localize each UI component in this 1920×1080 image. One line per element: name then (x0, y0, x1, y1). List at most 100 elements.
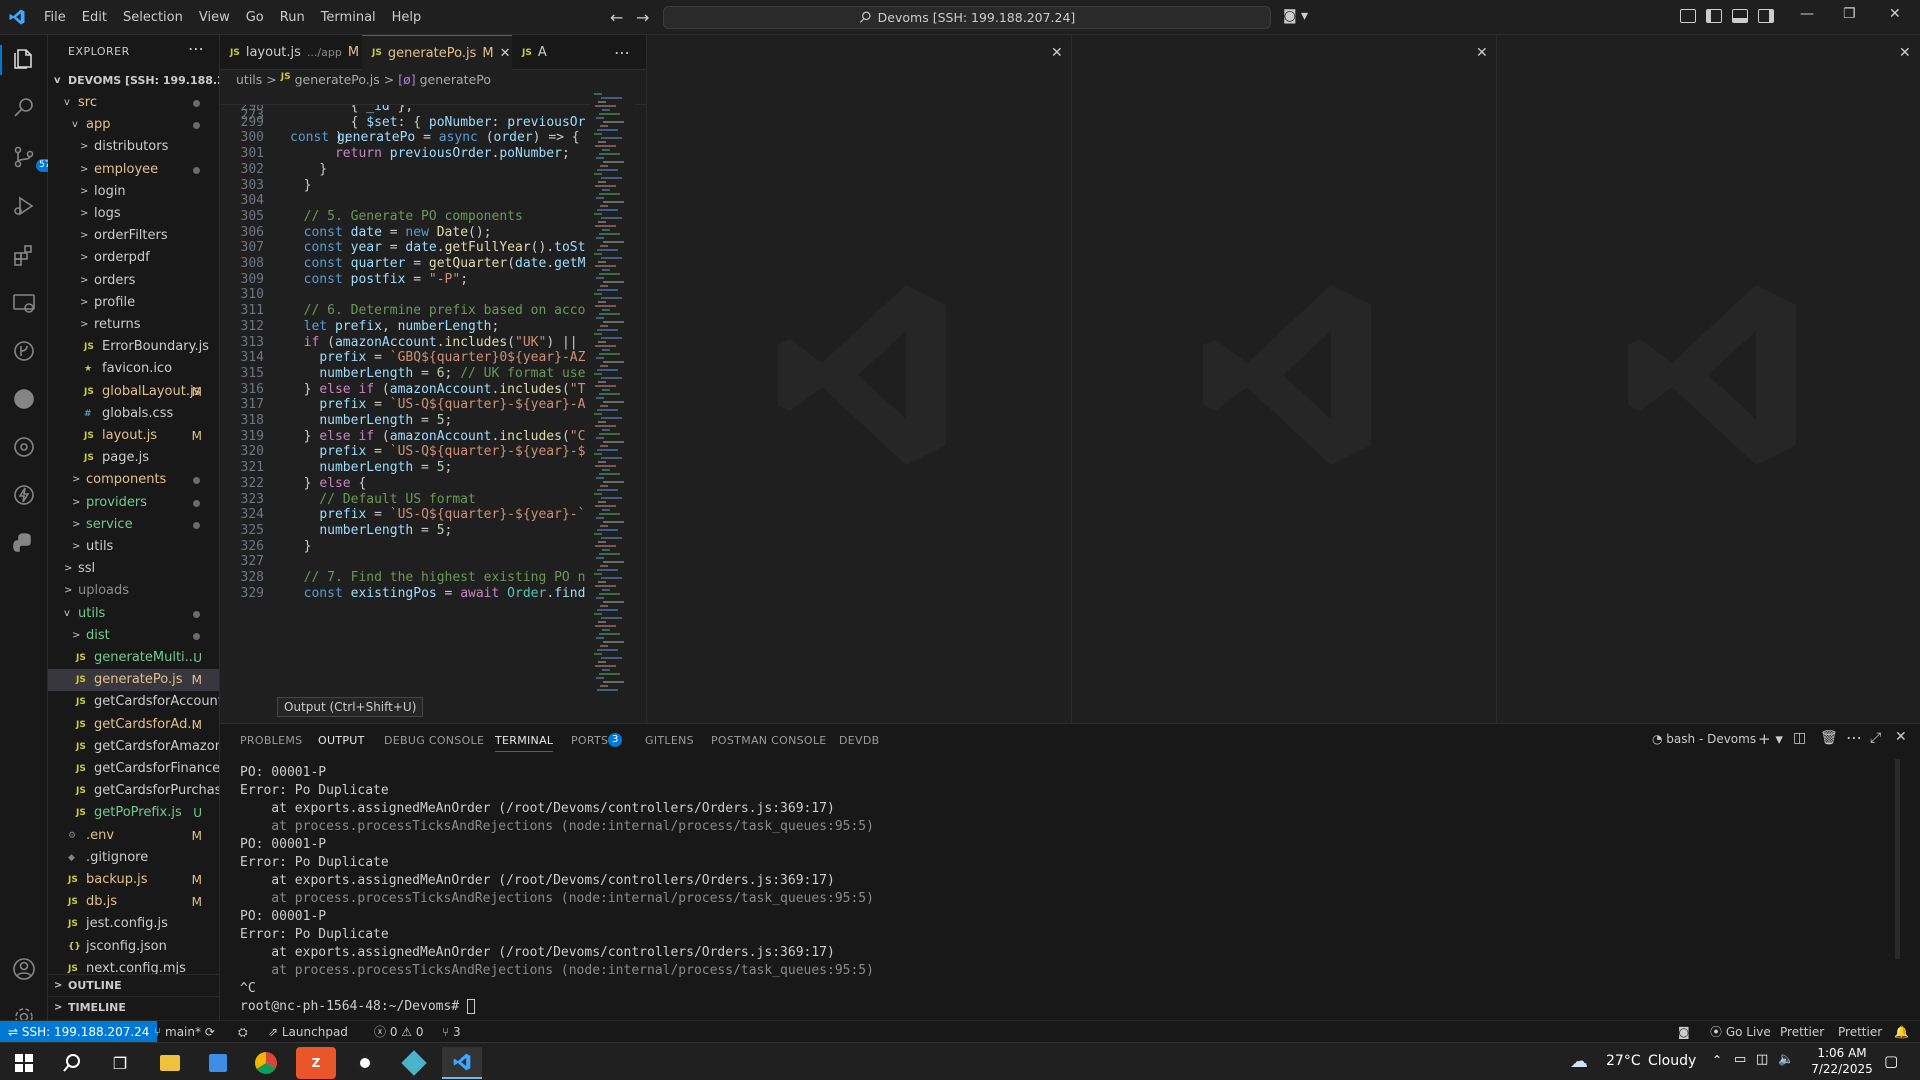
tree-item[interactable]: JS getCardsforAmazon.js (48, 736, 219, 758)
minimize-icon[interactable]: — (1800, 6, 1814, 22)
tree-item[interactable]: > orders (48, 270, 219, 292)
timeline-section[interactable]: > TIMELINE (48, 996, 219, 1018)
tree-item[interactable]: > employee (48, 159, 219, 181)
app-icon-1[interactable] (345, 1047, 385, 1079)
vscode-taskbar-icon[interactable] (442, 1047, 482, 1079)
tab-terminal[interactable]: TERMINAL (495, 734, 554, 752)
tree-item[interactable]: > profile (48, 292, 219, 314)
launchpad-button[interactable]: ⇗ Launchpad (268, 1021, 348, 1043)
network-icon[interactable]: ▭ (1734, 1052, 1746, 1067)
kill-terminal-icon[interactable]: 🗑 (1820, 730, 1838, 746)
code-editor[interactable]: 298 { _id }, 299 { $set: { poNumber: prev… (220, 93, 646, 723)
outline-section[interactable]: > OUTLINE (48, 974, 219, 996)
tree-item[interactable]: > uploads (48, 580, 219, 602)
tree-item[interactable]: > login (48, 181, 219, 203)
tree-item[interactable]: > returns (48, 314, 219, 336)
more-actions-icon[interactable]: ⋯ (614, 43, 630, 62)
copilot-icon[interactable]: ◙ ▾ (1283, 8, 1308, 24)
tree-item[interactable]: > ssl (48, 558, 219, 580)
tree-item[interactable]: > orderFilters (48, 225, 219, 247)
tree-item[interactable]: # globals.css (48, 403, 219, 425)
tree-item[interactable]: > utils (48, 536, 219, 558)
clock-date[interactable]: 7/22/2025 (1808, 1062, 1876, 1076)
volume-icon[interactable]: 🔈 (1778, 1052, 1794, 1067)
tab-debug-console[interactable]: DEBUG CONSOLE (384, 734, 484, 747)
tree-item[interactable]: v src (48, 92, 219, 114)
breadcrumb-item[interactable]: generatePo.js (295, 72, 380, 92)
toggle-panel-icon[interactable] (1732, 9, 1748, 23)
close-panel-icon[interactable]: ✕ (1895, 729, 1907, 745)
run-debug-icon[interactable] (12, 194, 36, 218)
toggle-primary-sidebar-icon[interactable] (1706, 9, 1722, 23)
postman-icon[interactable] (12, 387, 36, 411)
close-editor-group-icon[interactable]: ✕ (1899, 45, 1911, 61)
tree-item[interactable]: ★ favicon.ico (48, 358, 219, 380)
menu-run[interactable]: Run (272, 10, 313, 25)
thunder-client-icon[interactable] (12, 483, 36, 507)
menu-view[interactable]: View (191, 10, 238, 25)
taskbar-search-icon[interactable] (52, 1047, 92, 1079)
store-icon[interactable] (198, 1047, 238, 1079)
copilot-status-icon[interactable]: ◙ (1678, 1021, 1690, 1043)
notification-center-icon[interactable]: ▢ (1884, 1052, 1898, 1070)
branch-indicator[interactable]: ⑂ main* ⟳ (154, 1021, 215, 1043)
weather-temp[interactable]: 27°C (1606, 1053, 1641, 1069)
tree-item[interactable]: > components (48, 469, 219, 491)
tree-item[interactable]: JS getCardsforPurchasi... (48, 780, 219, 802)
sticky-scroll-line[interactable]: 273 const generatePo = async (order) => … (220, 93, 646, 145)
tree-item[interactable]: > dist (48, 625, 219, 647)
tree-item[interactable]: JS generateMulti... U (48, 647, 219, 669)
more-actions-icon[interactable]: ⋯ (188, 39, 204, 58)
breadcrumb-item[interactable]: generatePo (420, 72, 491, 92)
tab-gitlens[interactable]: GITLENS (645, 734, 694, 747)
go-live-button[interactable]: ⦿ Go Live (1710, 1021, 1771, 1043)
remote-indicator[interactable]: ⇌ SSH: 199.188.207.24 (0, 1021, 158, 1043)
tree-item[interactable]: JS backup.js M (48, 869, 219, 891)
zoho-icon[interactable]: Z (296, 1047, 336, 1079)
accounts-icon[interactable] (12, 957, 36, 981)
tree-item[interactable]: > service (48, 514, 219, 536)
app-icon-2[interactable] (394, 1047, 434, 1079)
tree-item[interactable]: JS db.js M (48, 891, 219, 913)
code-line[interactable]: 329 const existingPos = await Order.find (220, 584, 646, 603)
tree-item[interactable]: v app (48, 114, 219, 136)
menu-terminal[interactable]: Terminal (313, 10, 384, 25)
tree-item[interactable]: > providers (48, 492, 219, 514)
chrome-icon[interactable] (246, 1047, 286, 1079)
remote-explorer-icon[interactable] (12, 291, 36, 315)
menu-selection[interactable]: Selection (115, 10, 191, 25)
source-control-icon[interactable]: 571 (12, 145, 60, 172)
tray-expand-icon[interactable]: ⌃ (1712, 1053, 1722, 1067)
problems-indicator[interactable]: ⓧ 0 ⚠ 0 (374, 1021, 424, 1043)
tree-item[interactable]: JS page.js (48, 447, 219, 469)
tree-item[interactable]: {} jsconfig.json (48, 936, 219, 958)
tab-output[interactable]: OUTPUT (318, 734, 365, 747)
tree-item[interactable]: JS globalLayout.js M (48, 381, 219, 403)
tab-generatepo-js[interactable]: JS generatePo.js M ✕ (362, 35, 512, 70)
tree-item[interactable]: > distributors (48, 136, 219, 158)
tree-item[interactable]: JS getPoPrefix.js U (48, 802, 219, 824)
close-editor-group-icon[interactable]: ✕ (1051, 45, 1063, 61)
tab-problems[interactable]: PROBLEMS (240, 734, 302, 747)
explorer-root[interactable]: v DEVOMS [SSH: 199.188.20... (48, 70, 219, 92)
close-editor-group-icon[interactable]: ✕ (1476, 45, 1488, 61)
maximize-panel-icon[interactable]: ⤢ (1870, 730, 1881, 746)
tree-item[interactable]: v utils (48, 603, 219, 625)
tree-item[interactable]: JS getCardsforAd... M (48, 714, 219, 736)
ports-indicator[interactable]: ⑂ 3 (442, 1021, 461, 1043)
close-tab-icon[interactable]: ✕ (500, 46, 511, 61)
sync-icon[interactable]: ⛭ (238, 1021, 248, 1043)
explorer-icon[interactable] (12, 47, 36, 71)
python-icon[interactable] (12, 531, 36, 555)
menu-go[interactable]: Go (238, 10, 272, 25)
forward-arrow-icon[interactable]: → (636, 8, 649, 27)
windows-start-icon[interactable] (4, 1047, 44, 1079)
clock-time[interactable]: 1:06 AM (1812, 1046, 1872, 1060)
split-terminal-icon[interactable]: ◫ (1793, 730, 1806, 746)
tree-item[interactable]: JS jest.config.js (48, 913, 219, 935)
tree-item[interactable]: JS layout.js M (48, 425, 219, 447)
weather-desc[interactable]: Cloudy (1648, 1053, 1696, 1069)
customize-layout-icon[interactable] (1680, 9, 1696, 23)
prettier-status-2[interactable]: Prettier (1838, 1021, 1882, 1043)
tree-item[interactable]: JS ErrorBoundary.js (48, 336, 219, 358)
